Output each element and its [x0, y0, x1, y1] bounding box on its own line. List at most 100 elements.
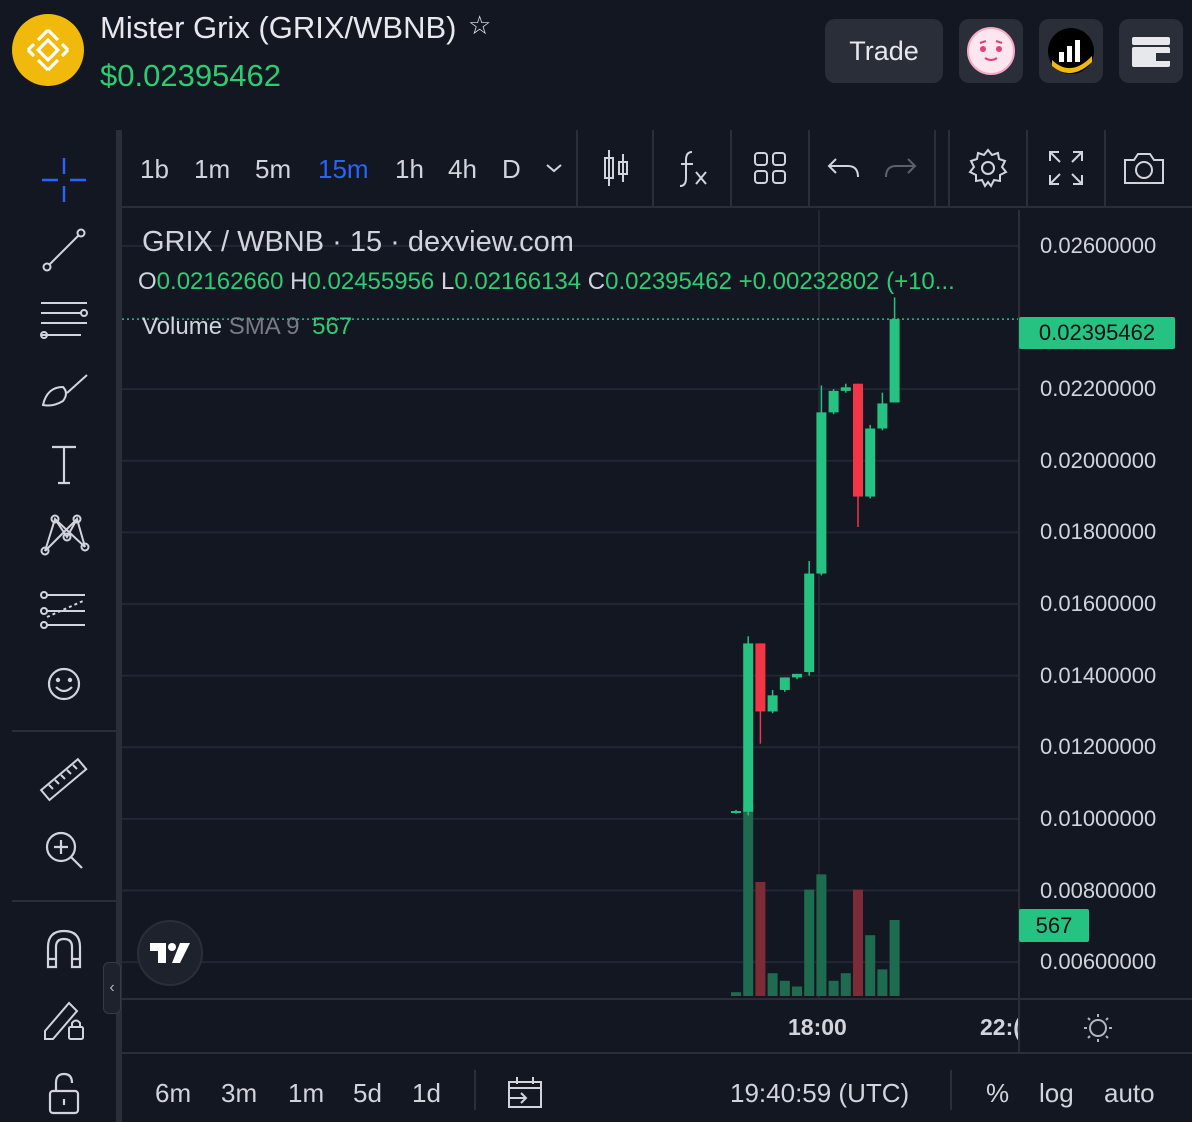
undo-icon[interactable]: [820, 146, 868, 190]
open-key: O: [138, 268, 157, 295]
price-axis-label: 0.00600000: [1040, 949, 1157, 975]
candle-body: [779, 677, 790, 690]
price-axis-label: 0.01000000: [1040, 805, 1157, 831]
interval-d[interactable]: D: [502, 154, 521, 185]
volume-bar: [865, 935, 876, 996]
volume-bar: [853, 889, 863, 996]
volume-bar: [792, 986, 802, 996]
volume-bar: [889, 920, 900, 996]
price-axis-label: 0.01800000: [1040, 519, 1157, 545]
range-5d[interactable]: 5d: [353, 1078, 382, 1109]
avatar-icon: [967, 27, 1015, 75]
pattern-tool-icon[interactable]: [34, 506, 94, 562]
volume-bars: [731, 806, 900, 996]
toolbar-separator: [1026, 130, 1028, 206]
high-key: H: [290, 268, 308, 295]
collapse-toolbar-chevron-icon[interactable]: ‹: [103, 962, 121, 1014]
auto-scale-toggle[interactable]: auto: [1104, 1078, 1155, 1109]
bottom-toolbar: 6m 3m 1m 5d 1d 19:40:59 (UTC) % log auto: [122, 1056, 1192, 1122]
wallet-button[interactable]: [1119, 19, 1183, 83]
change-value: +0.00232802 (+10...: [738, 268, 955, 295]
trade-button[interactable]: Trade: [825, 19, 943, 83]
candle-body: [731, 811, 741, 814]
candlestick-series: [731, 297, 900, 816]
unlock-icon[interactable]: [34, 1066, 94, 1122]
bnb-logo-icon: [12, 14, 84, 86]
forecast-tool-icon[interactable]: [34, 582, 94, 638]
volume-bar: [828, 980, 839, 996]
interval-dropdown-chevron-icon[interactable]: [530, 146, 578, 190]
text-tool-icon[interactable]: [34, 436, 94, 492]
toolbar-separator: [730, 130, 732, 206]
close-value: 0.02395462: [605, 268, 732, 295]
token-header: Mister Grix (GRIX/WBNB) ☆ $0.02395462 Tr…: [0, 0, 1192, 118]
price-axis-label: 0.02000000: [1040, 447, 1157, 473]
toolbar-separator: [576, 130, 578, 206]
current-price-tag: 0.02395462: [1019, 317, 1175, 349]
settings-gear-icon[interactable]: [964, 146, 1012, 190]
log-scale-toggle[interactable]: log: [1039, 1078, 1074, 1109]
zoom-in-icon[interactable]: [34, 822, 94, 878]
candle-body: [792, 673, 802, 678]
percent-scale-toggle[interactable]: %: [986, 1078, 1009, 1109]
trend-line-icon[interactable]: [34, 222, 94, 278]
candle-type-icon[interactable]: [592, 146, 640, 190]
chart-toolbar: 1b 1m 5m 15m 1h 4h D: [122, 130, 1192, 208]
range-3m[interactable]: 3m: [221, 1078, 257, 1109]
stats-button[interactable]: [1039, 19, 1103, 83]
brush-icon[interactable]: [34, 362, 94, 418]
lock-drawing-icon[interactable]: [34, 992, 94, 1048]
bottom-separator: [474, 1070, 476, 1110]
ohlc-legend: O0.02162660 H0.02455956 L0.02166134 C0.0…: [138, 268, 1012, 296]
interval-1m[interactable]: 1m: [194, 154, 230, 185]
screenshot-camera-icon[interactable]: [1120, 146, 1168, 190]
toolbar-separator: [934, 130, 936, 206]
price-axis-label: 0.01600000: [1040, 591, 1157, 616]
ruler-icon[interactable]: [34, 752, 94, 808]
sma-label: SMA 9: [228, 313, 300, 340]
time-axis[interactable]: 18:00 22:(: [122, 998, 1192, 1054]
emoji-icon[interactable]: [34, 656, 94, 712]
close-key: C: [587, 268, 606, 295]
current-volume-tag: 567: [1019, 909, 1089, 942]
goto-date-icon[interactable]: [506, 1074, 544, 1115]
candle-body: [755, 643, 766, 712]
range-6m[interactable]: 6m: [155, 1078, 191, 1109]
volume-bar: [779, 980, 790, 996]
layout-grid-icon[interactable]: [746, 146, 794, 190]
chart-legend-title: GRIX / WBNB · 15 · dexview.com: [142, 226, 574, 258]
range-1m[interactable]: 1m: [288, 1078, 324, 1109]
interval-1h[interactable]: 1h: [395, 154, 424, 185]
candle-body: [840, 387, 851, 391]
low-key: L: [440, 268, 455, 295]
interval-1b[interactable]: 1b: [140, 154, 169, 185]
indicators-fx-icon[interactable]: [668, 146, 716, 190]
volume-bar: [743, 806, 754, 996]
fib-lines-icon[interactable]: [34, 292, 94, 348]
favorite-star-icon[interactable]: ☆: [468, 10, 491, 41]
utc-clock[interactable]: 19:40:59 (UTC): [730, 1078, 909, 1109]
volume-bar: [877, 969, 888, 996]
crosshair-icon[interactable]: [34, 152, 94, 208]
volume-label: Volume: [142, 313, 223, 340]
price-axis-label: 0.02600000: [1040, 232, 1157, 258]
toolbar-separator: [948, 130, 950, 206]
fullscreen-icon[interactable]: [1042, 146, 1090, 190]
price-axis-label: 0.01400000: [1040, 662, 1157, 688]
candle-body: [743, 643, 754, 812]
range-1d[interactable]: 1d: [412, 1078, 441, 1109]
interval-5m[interactable]: 5m: [255, 154, 291, 185]
tradingview-logo-icon[interactable]: [137, 920, 203, 986]
candle-body: [804, 573, 815, 673]
theme-sun-icon[interactable]: [1082, 1012, 1114, 1049]
redo-icon[interactable]: [876, 146, 924, 190]
candle-body: [865, 428, 876, 497]
interval-4h[interactable]: 4h: [448, 154, 477, 185]
toolbar-separator: [1104, 130, 1106, 206]
interval-15m[interactable]: 15m: [318, 154, 369, 185]
magnet-icon[interactable]: [34, 922, 94, 978]
toolbar-divider: [12, 730, 116, 732]
avatar-button[interactable]: [959, 19, 1023, 83]
price-axis-label: 0.01200000: [1040, 734, 1157, 760]
price-axis-label: 0.02200000: [1040, 376, 1157, 402]
